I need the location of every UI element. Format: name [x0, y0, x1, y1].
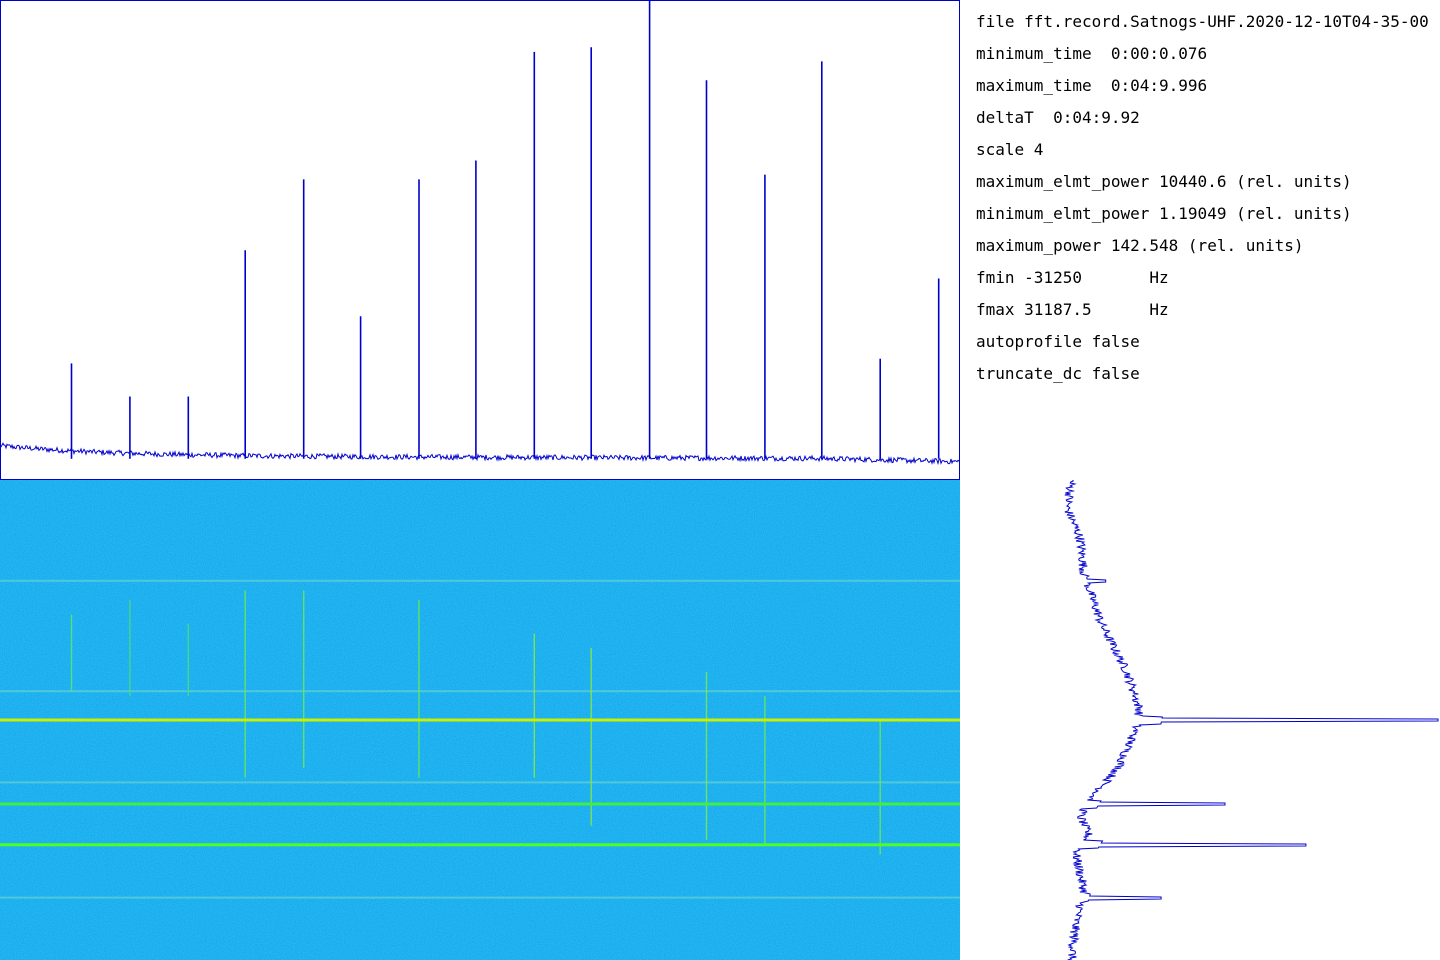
- spectrum-svg: [0, 0, 960, 480]
- info-panel: file fft.record.Satnogs-UHF.2020-12-10T0…: [976, 8, 1440, 408]
- info-autoprofile: autoprofile false: [976, 332, 1140, 351]
- waterfall-faint-row-4: [0, 896, 960, 899]
- info-maximum-time: maximum_time 0:04:9.996: [976, 76, 1208, 95]
- profile-line: [1064, 480, 1439, 960]
- info-truncate-dc: truncate_dc false: [976, 364, 1140, 383]
- waterfall-faint-row-1: [0, 579, 960, 582]
- profile-svg: [1064, 480, 1439, 960]
- info-scale: scale 4: [976, 140, 1044, 159]
- time-profile-plot: [960, 480, 1440, 960]
- spectrum-frame: [0, 0, 960, 480]
- waterfall-svg: [0, 480, 960, 960]
- waterfall-strong-row-3: [0, 843, 960, 847]
- info-delta-t: deltaT 0:04:9.92: [976, 108, 1140, 127]
- spectrum-plot: [0, 0, 960, 480]
- waterfall-strong-row-1: [0, 718, 960, 722]
- info-maximum-elmt-power: maximum_elmt_power 10440.6 (rel. units): [976, 172, 1352, 191]
- waterfall-faint-row-2: [0, 690, 960, 693]
- waterfall-faint-row-3: [0, 781, 960, 784]
- info-fmin: fmin -31250 Hz: [976, 268, 1169, 287]
- waterfall-heatmap: [0, 480, 960, 960]
- info-minimum-elmt-power: minimum_elmt_power 1.19049 (rel. units): [976, 204, 1352, 223]
- info-fmax: fmax 31187.5 Hz: [976, 300, 1169, 319]
- waterfall-strong-row-2: [0, 802, 960, 806]
- info-maximum-power: maximum_power 142.548 (rel. units): [976, 236, 1304, 255]
- info-minimum-time: minimum_time 0:00:0.076: [976, 44, 1208, 63]
- info-file: file fft.record.Satnogs-UHF.2020-12-10T0…: [976, 12, 1429, 31]
